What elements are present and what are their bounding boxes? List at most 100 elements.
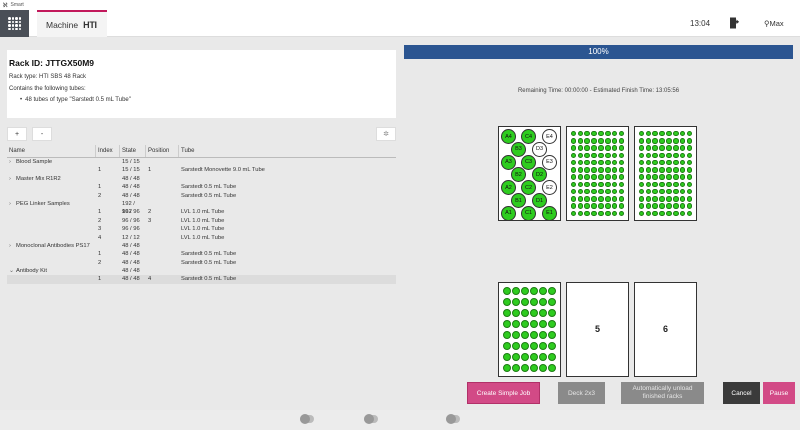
tube-well[interactable] <box>666 188 672 195</box>
tab-machine[interactable]: Machine HTI <box>37 10 107 37</box>
tube-well[interactable] <box>591 210 597 217</box>
tube-well[interactable] <box>570 174 577 180</box>
tube-well[interactable] <box>618 159 625 166</box>
tube-well[interactable] <box>502 363 511 372</box>
tube-well[interactable] <box>598 188 604 195</box>
tube-c2[interactable]: C2 <box>521 180 536 196</box>
tree-row[interactable]: 1 48 / 48 Sarstedt 0.5 mL Tube <box>7 250 396 258</box>
tube-well[interactable] <box>666 196 672 202</box>
tube-well[interactable] <box>686 130 693 137</box>
tube-e4[interactable]: E4 <box>542 129 557 144</box>
tube-well[interactable] <box>673 174 679 180</box>
tube-well[interactable] <box>577 188 584 195</box>
rack-slot-6[interactable]: 6 <box>634 282 697 377</box>
tube-e3[interactable]: E3 <box>542 154 557 170</box>
tube-well[interactable] <box>530 287 539 296</box>
tube-c1[interactable]: C1 <box>521 205 536 221</box>
tree-row[interactable]: › PEG Linker Samples 192 / 192 <box>7 200 396 215</box>
tube-b1[interactable]: B1 <box>511 193 526 208</box>
column-header-state[interactable]: State <box>120 145 146 157</box>
tube-well[interactable] <box>666 174 672 180</box>
tube-well[interactable] <box>548 341 557 350</box>
tube-well[interactable] <box>570 203 577 209</box>
tube-well[interactable] <box>539 341 548 350</box>
tube-well[interactable] <box>539 330 548 339</box>
tube-well[interactable] <box>605 138 611 144</box>
tube-well[interactable] <box>511 341 520 350</box>
tube-well[interactable] <box>591 159 597 166</box>
tube-well[interactable] <box>548 363 557 372</box>
tube-well[interactable] <box>659 138 665 144</box>
tube-well[interactable] <box>652 167 658 173</box>
tube-well[interactable] <box>666 210 672 217</box>
tube-well[interactable] <box>666 138 672 144</box>
tube-well[interactable] <box>611 145 618 151</box>
tube-well[interactable] <box>659 152 665 159</box>
tube-well[interactable] <box>511 298 520 307</box>
tree-row[interactable]: › Master Mix R1R2 48 / 48 <box>7 175 396 183</box>
tube-well[interactable] <box>530 298 539 307</box>
tube-well[interactable] <box>618 130 625 137</box>
tube-well[interactable] <box>679 203 686 209</box>
tube-well[interactable] <box>686 203 693 209</box>
tube-well[interactable] <box>638 167 645 173</box>
tube-well[interactable] <box>584 188 590 195</box>
tube-well[interactable] <box>591 152 597 159</box>
reset-button[interactable]: ✲ <box>376 127 396 141</box>
tube-well[interactable] <box>611 188 618 195</box>
tube-well[interactable] <box>686 145 693 151</box>
column-header-index[interactable]: Index <box>96 145 120 157</box>
rack-slot-2[interactable] <box>566 126 629 221</box>
tube-well[interactable] <box>666 181 672 188</box>
tube-well[interactable] <box>638 196 645 202</box>
tube-well[interactable] <box>645 203 652 209</box>
tube-well[interactable] <box>679 152 686 159</box>
tree-row[interactable]: 1 48 / 48 Sarstedt 0.5 mL Tube <box>7 183 396 191</box>
tube-well[interactable] <box>548 352 557 361</box>
tube-well[interactable] <box>591 188 597 195</box>
tree-row[interactable]: 3 96 / 96 LVL 1.0 mL Tube <box>7 225 396 233</box>
tube-well[interactable] <box>570 181 577 188</box>
tube-well[interactable] <box>618 188 625 195</box>
tube-well[interactable] <box>570 188 577 195</box>
tube-well[interactable] <box>548 320 557 329</box>
tree-row[interactable]: 1 96 / 96 2 LVL 1.0 mL Tube <box>7 208 396 216</box>
tube-well[interactable] <box>638 203 645 209</box>
rack-slot-3[interactable] <box>634 126 697 221</box>
tube-well[interactable] <box>638 152 645 159</box>
tree-row[interactable]: 1 15 / 15 1 Sarstedt Monovette 9.0 mL Tube <box>7 166 396 174</box>
tube-well[interactable] <box>548 298 557 307</box>
tube-well[interactable] <box>645 167 652 173</box>
tube-well[interactable] <box>530 352 539 361</box>
tube-well[interactable] <box>570 159 577 166</box>
tube-well[interactable] <box>584 152 590 159</box>
tube-well[interactable] <box>666 152 672 159</box>
tube-well[interactable] <box>638 159 645 166</box>
tube-well[interactable] <box>645 145 652 151</box>
status-toggle-2[interactable] <box>364 414 378 424</box>
tube-well[interactable] <box>679 145 686 151</box>
tube-e1[interactable]: E1 <box>542 205 557 221</box>
tube-well[interactable] <box>645 181 652 188</box>
tube-well[interactable] <box>679 210 686 217</box>
tree-row[interactable]: 2 48 / 48 Sarstedt 0.5 mL Tube <box>7 192 396 200</box>
tube-well[interactable] <box>652 203 658 209</box>
tube-well[interactable] <box>659 181 665 188</box>
user-menu[interactable]: ⚲Max <box>764 19 784 28</box>
tube-well[interactable] <box>539 320 548 329</box>
tube-well[interactable] <box>584 145 590 151</box>
tube-well[interactable] <box>673 130 679 137</box>
tube-well[interactable] <box>520 320 529 329</box>
tube-well[interactable] <box>502 287 511 296</box>
collapse-all-button[interactable]: - <box>32 127 52 141</box>
tube-well[interactable] <box>511 309 520 318</box>
tube-well[interactable] <box>591 138 597 144</box>
tube-well[interactable] <box>605 203 611 209</box>
tube-well[interactable] <box>686 138 693 144</box>
tube-well[interactable] <box>618 152 625 159</box>
tube-well[interactable] <box>502 352 511 361</box>
tube-well[interactable] <box>645 138 652 144</box>
tube-well[interactable] <box>502 309 511 318</box>
tube-well[interactable] <box>618 196 625 202</box>
tree-row[interactable]: › Blood Sample 15 / 15 <box>7 158 396 166</box>
